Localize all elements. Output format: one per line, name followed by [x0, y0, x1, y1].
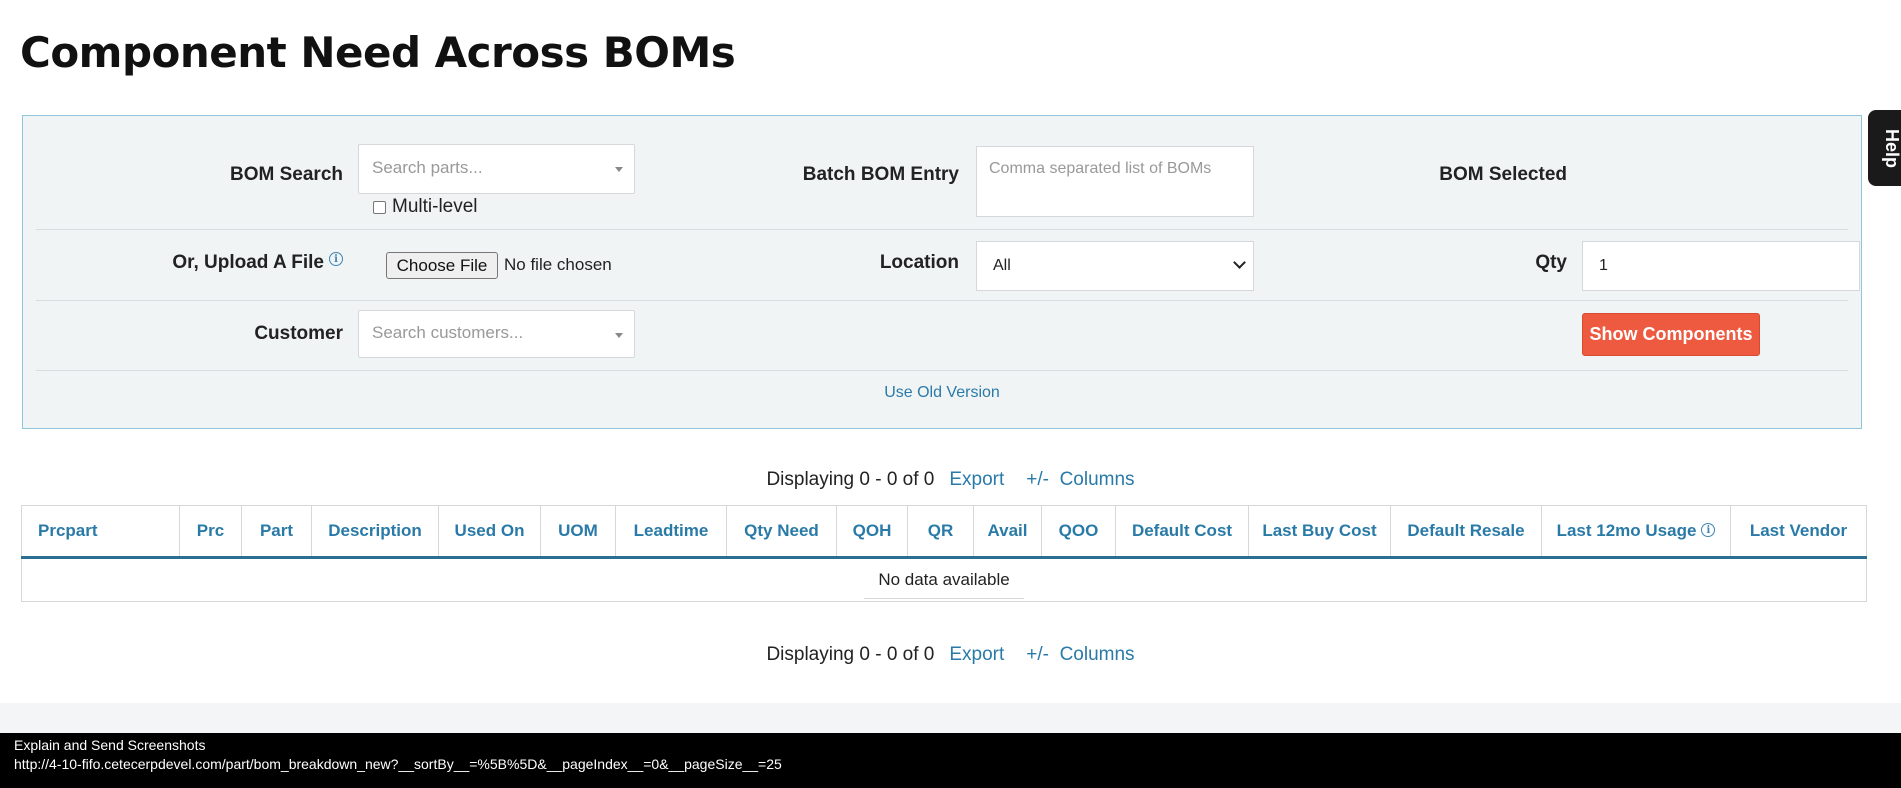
table-row: No data available [22, 558, 1867, 602]
filter-row-bom: BOM Search Search parts... Multi-level B… [36, 116, 1848, 230]
filter-row-upload: Or, Upload A File i Choose File No file c… [36, 229, 1860, 301]
info-icon[interactable]: i [329, 252, 343, 266]
bom-selected-label: BOM Selected [1439, 164, 1567, 185]
upload-label: Or, Upload A File i [36, 252, 343, 274]
column-header-last-12mo-usage[interactable]: Last 12mo Usage i [1541, 505, 1731, 559]
components-table: Prcpart Prc Part Description Used On UOM… [21, 505, 1867, 602]
choose-file-button[interactable]: Choose File [386, 252, 498, 279]
info-icon[interactable]: i [1701, 522, 1716, 537]
location-select[interactable]: All [976, 241, 1254, 291]
caret-down-icon [615, 333, 623, 338]
qty-value: 1 [1599, 257, 1608, 274]
column-header-qr[interactable]: QR [907, 505, 974, 559]
status-bar-title[interactable]: Explain and Send Screenshots [14, 737, 205, 753]
column-header-last-vendor[interactable]: Last Vendor [1730, 505, 1867, 559]
pager-top: Displaying 0 - 0 of 0 Export +/- Columns [0, 469, 1901, 491]
page-title: Component Need Across BOMs [20, 28, 736, 77]
export-link[interactable]: Export [949, 644, 1004, 665]
column-header-qty-need[interactable]: Qty Need [726, 505, 837, 559]
pager-displaying: Displaying 0 - 0 of 0 [766, 469, 935, 490]
column-header-avail[interactable]: Avail [973, 505, 1042, 559]
column-header-qoo[interactable]: QOO [1041, 505, 1116, 559]
empty-cell: No data available [22, 558, 1867, 602]
export-link[interactable]: Export [949, 469, 1004, 490]
pager-displaying: Displaying 0 - 0 of 0 [766, 644, 935, 665]
column-header-qoh[interactable]: QOH [836, 505, 908, 559]
help-tab-label: Help [1882, 128, 1901, 169]
column-header-description[interactable]: Description [311, 505, 439, 559]
table-header-row: Prcpart Prc Part Description Used On UOM… [21, 505, 1867, 559]
column-header-default-cost[interactable]: Default Cost [1115, 505, 1249, 559]
last-12mo-usage-label: Last 12mo Usage [1556, 521, 1697, 540]
column-header-leadtime[interactable]: Leadtime [615, 505, 727, 559]
bom-search-placeholder: Search parts... [372, 158, 483, 177]
show-components-button[interactable]: Show Components [1582, 313, 1760, 356]
use-old-version-link[interactable]: Use Old Version [23, 384, 1861, 402]
batch-bom-textarea[interactable] [976, 146, 1254, 217]
status-bar: Explain and Send Screenshots http://4-10… [0, 733, 1901, 788]
file-status: No file chosen [504, 255, 612, 274]
column-header-used-on[interactable]: Used On [438, 505, 541, 559]
columns-toggle-link[interactable]: +/- Columns [1026, 644, 1134, 665]
no-data-message: No data available [864, 570, 1024, 599]
batch-bom-label: Batch BOM Entry [802, 164, 959, 185]
column-header-default-resale[interactable]: Default Resale [1390, 505, 1542, 559]
location-value: All [993, 257, 1011, 274]
filter-row-customer: Customer Search customers... Show Compon… [36, 300, 1848, 371]
status-bar-url: http://4-10-fifo.cetecerpdevel.com/part/… [14, 756, 782, 772]
qty-label: Qty [1535, 252, 1567, 273]
columns-label: Columns [1059, 469, 1135, 490]
page-footer-strip [0, 703, 1901, 733]
filter-panel: BOM Search Search parts... Multi-level B… [22, 115, 1862, 429]
pager-bottom: Displaying 0 - 0 of 0 Export +/- Columns [0, 644, 1901, 666]
multi-level-option[interactable]: Multi-level [373, 196, 478, 218]
columns-toggle-link[interactable]: +/- Columns [1026, 469, 1134, 490]
upload-label-text: Or, Upload A File [172, 252, 324, 273]
column-header-uom[interactable]: UOM [540, 505, 616, 559]
qty-input[interactable]: 1 [1582, 241, 1860, 291]
columns-label: Columns [1059, 644, 1135, 665]
customer-placeholder: Search customers... [372, 323, 524, 342]
column-header-prcpart[interactable]: Prcpart [21, 505, 180, 559]
column-header-last-buy-cost[interactable]: Last Buy Cost [1248, 505, 1391, 559]
column-header-part[interactable]: Part [241, 505, 312, 559]
multi-level-checkbox[interactable] [373, 200, 386, 214]
columns-toggle-symbol: +/- [1026, 469, 1049, 490]
location-label: Location [879, 252, 959, 273]
help-tab[interactable]: Help [1868, 110, 1901, 186]
column-header-prc[interactable]: Prc [179, 505, 242, 559]
bom-search-select[interactable]: Search parts... [358, 144, 635, 194]
columns-toggle-symbol: +/- [1026, 644, 1049, 665]
bom-search-label: BOM Search [230, 164, 343, 185]
multi-level-label: Multi-level [392, 196, 478, 217]
customer-label: Customer [254, 323, 343, 344]
chevron-down-icon [1233, 256, 1246, 269]
customer-select[interactable]: Search customers... [358, 310, 635, 358]
caret-down-icon [615, 167, 623, 172]
